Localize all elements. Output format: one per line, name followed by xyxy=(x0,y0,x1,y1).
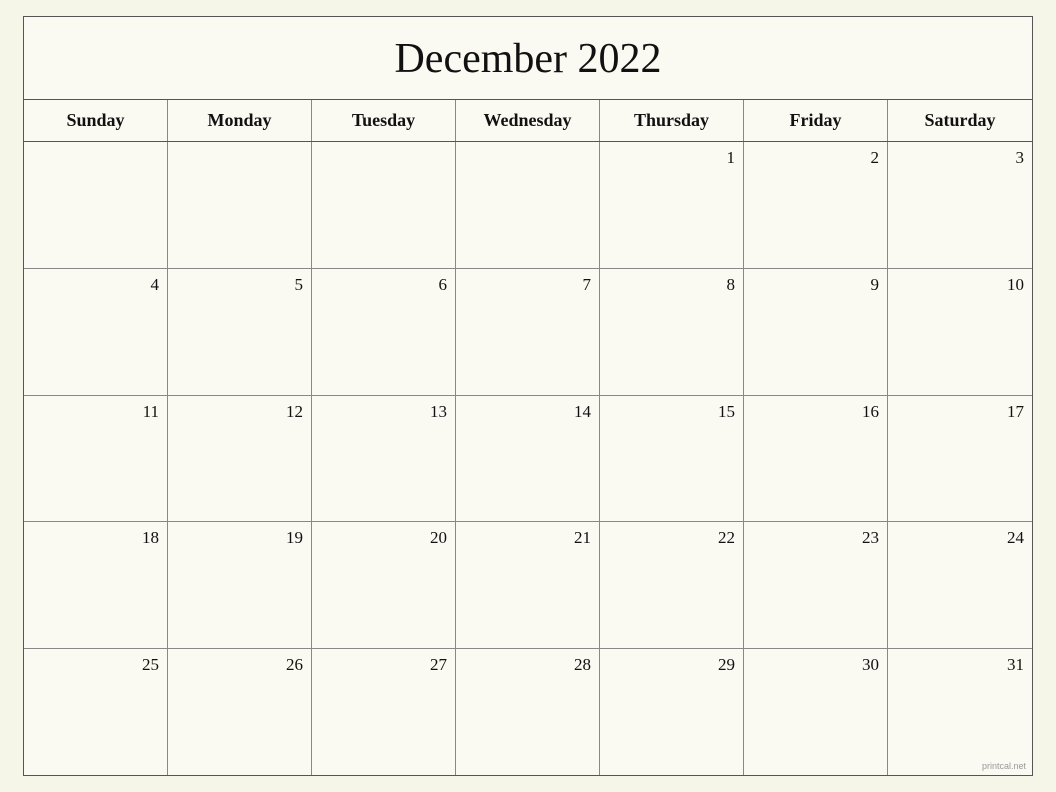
day-cell: 10 xyxy=(888,269,1032,395)
day-cell xyxy=(312,142,456,268)
day-number: 27 xyxy=(430,655,447,674)
day-header-friday: Friday xyxy=(744,100,888,141)
day-cell xyxy=(24,142,168,268)
day-number: 12 xyxy=(286,402,303,421)
day-cell: 15 xyxy=(600,396,744,522)
day-number: 16 xyxy=(862,402,879,421)
day-number: 14 xyxy=(574,402,591,421)
day-cell: 5 xyxy=(168,269,312,395)
day-number: 3 xyxy=(1016,148,1025,167)
day-cell: 6 xyxy=(312,269,456,395)
day-headers-row: SundayMondayTuesdayWednesdayThursdayFrid… xyxy=(24,100,1032,142)
day-number: 15 xyxy=(718,402,735,421)
day-cell: 13 xyxy=(312,396,456,522)
day-number: 6 xyxy=(439,275,448,294)
day-cell: 26 xyxy=(168,649,312,775)
day-number: 8 xyxy=(727,275,736,294)
week-row-4: 18 19 20 21 22 23 24 xyxy=(24,522,1032,649)
day-number: 29 xyxy=(718,655,735,674)
day-cell: 31 printcal.net xyxy=(888,649,1032,775)
week-row-2: 4 5 6 7 8 9 10 xyxy=(24,269,1032,396)
day-number: 21 xyxy=(574,528,591,547)
day-number: 18 xyxy=(142,528,159,547)
day-cell: 4 xyxy=(24,269,168,395)
day-cell: 24 xyxy=(888,522,1032,648)
day-cell: 18 xyxy=(24,522,168,648)
day-cell: 9 xyxy=(744,269,888,395)
day-number: 25 xyxy=(142,655,159,674)
day-cell: 29 xyxy=(600,649,744,775)
day-number: 22 xyxy=(718,528,735,547)
day-cell: 28 xyxy=(456,649,600,775)
watermark: printcal.net xyxy=(982,761,1026,771)
weeks-container: 1234567891011121314151617181920212223242… xyxy=(24,142,1032,775)
day-number: 7 xyxy=(583,275,592,294)
day-header-sunday: Sunday xyxy=(24,100,168,141)
calendar-title: December 2022 xyxy=(24,17,1032,100)
day-number: 1 xyxy=(727,148,736,167)
day-cell: 30 xyxy=(744,649,888,775)
day-cell: 8 xyxy=(600,269,744,395)
day-number: 13 xyxy=(430,402,447,421)
week-row-1: 1 2 3 xyxy=(24,142,1032,269)
day-cell: 2 xyxy=(744,142,888,268)
day-header-monday: Monday xyxy=(168,100,312,141)
day-header-thursday: Thursday xyxy=(600,100,744,141)
day-cell: 20 xyxy=(312,522,456,648)
day-number: 20 xyxy=(430,528,447,547)
day-cell: 21 xyxy=(456,522,600,648)
week-row-5: 25 26 27 28 29 30 31 printcal.net xyxy=(24,649,1032,775)
day-number: 11 xyxy=(143,402,159,421)
day-header-wednesday: Wednesday xyxy=(456,100,600,141)
day-number: 19 xyxy=(286,528,303,547)
day-cell: 1 xyxy=(600,142,744,268)
week-row-3: 11 12 13 14 15 16 17 xyxy=(24,396,1032,523)
day-cell: 12 xyxy=(168,396,312,522)
day-number: 24 xyxy=(1007,528,1024,547)
day-cell xyxy=(168,142,312,268)
day-number: 26 xyxy=(286,655,303,674)
day-cell: 23 xyxy=(744,522,888,648)
day-cell: 19 xyxy=(168,522,312,648)
day-number: 2 xyxy=(871,148,880,167)
day-cell xyxy=(456,142,600,268)
day-number: 28 xyxy=(574,655,591,674)
day-cell: 3 xyxy=(888,142,1032,268)
day-number: 30 xyxy=(862,655,879,674)
calendar-container: December 2022 SundayMondayTuesdayWednesd… xyxy=(23,16,1033,776)
day-cell: 11 xyxy=(24,396,168,522)
day-cell: 25 xyxy=(24,649,168,775)
day-cell: 27 xyxy=(312,649,456,775)
day-cell: 17 xyxy=(888,396,1032,522)
day-number: 17 xyxy=(1007,402,1024,421)
calendar-grid: SundayMondayTuesdayWednesdayThursdayFrid… xyxy=(24,100,1032,775)
day-cell: 22 xyxy=(600,522,744,648)
day-cell: 14 xyxy=(456,396,600,522)
day-header-tuesday: Tuesday xyxy=(312,100,456,141)
day-number: 31 xyxy=(1007,655,1024,674)
day-header-saturday: Saturday xyxy=(888,100,1032,141)
day-cell: 16 xyxy=(744,396,888,522)
day-number: 9 xyxy=(871,275,880,294)
day-number: 10 xyxy=(1007,275,1024,294)
day-number: 4 xyxy=(151,275,160,294)
day-number: 5 xyxy=(295,275,304,294)
day-cell: 7 xyxy=(456,269,600,395)
day-number: 23 xyxy=(862,528,879,547)
